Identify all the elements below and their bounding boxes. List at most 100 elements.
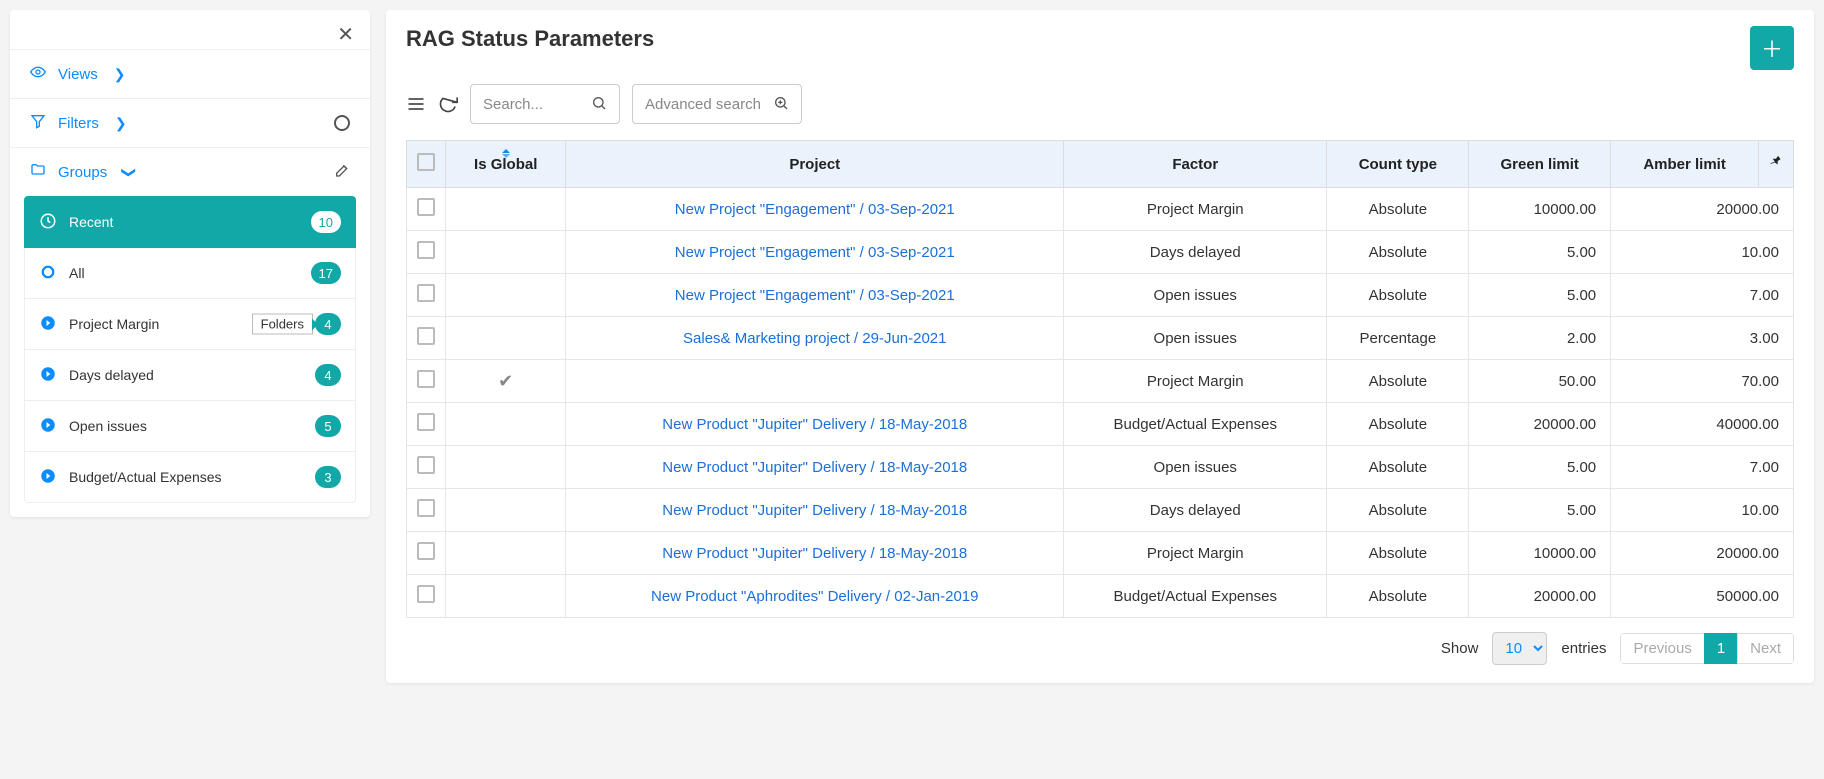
table-row[interactable]: ✔Project MarginAbsolute50.0070.00 bbox=[407, 360, 1794, 403]
project-link[interactable]: New Product "Jupiter" Delivery / 18-May-… bbox=[662, 502, 967, 519]
row-checkbox[interactable] bbox=[417, 413, 435, 431]
pager-prev[interactable]: Previous bbox=[1620, 633, 1704, 664]
sidebar-filters[interactable]: Filters ❯ bbox=[10, 98, 370, 147]
sidebar-item-label: Budget/Actual Expenses bbox=[69, 469, 222, 485]
project-link[interactable]: Sales& Marketing project / 29-Jun-2021 bbox=[683, 330, 946, 347]
cell-count-type: Absolute bbox=[1327, 489, 1469, 532]
cell-green-limit: 50.00 bbox=[1469, 360, 1611, 403]
table-row[interactable]: New Project "Engagement" / 03-Sep-2021Pr… bbox=[407, 188, 1794, 231]
project-link[interactable]: New Project "Engagement" / 03-Sep-2021 bbox=[675, 287, 955, 304]
project-link[interactable]: New Project "Engagement" / 03-Sep-2021 bbox=[675, 244, 955, 261]
cell-factor: Project Margin bbox=[1064, 360, 1327, 403]
table-row[interactable]: New Project "Engagement" / 03-Sep-2021Op… bbox=[407, 274, 1794, 317]
search-box[interactable] bbox=[470, 84, 620, 124]
main-panel: RAG Status Parameters ＋ bbox=[386, 10, 1814, 683]
eye-icon bbox=[30, 64, 46, 84]
row-checkbox[interactable] bbox=[417, 585, 435, 603]
cell-green-limit: 10000.00 bbox=[1469, 188, 1611, 231]
search-input[interactable] bbox=[483, 96, 583, 113]
page-size-select[interactable]: 10 bbox=[1492, 632, 1547, 665]
col-amber-limit[interactable]: Amber limit bbox=[1611, 141, 1759, 188]
chevron-right-icon: ❯ bbox=[114, 66, 126, 83]
cell-is-global bbox=[446, 403, 566, 446]
sidebar-groups[interactable]: Groups ❯ bbox=[10, 147, 370, 196]
cell-is-global bbox=[446, 489, 566, 532]
table-row[interactable]: New Product "Jupiter" Delivery / 18-May-… bbox=[407, 403, 1794, 446]
row-checkbox[interactable] bbox=[417, 370, 435, 388]
cell-count-type: Absolute bbox=[1327, 274, 1469, 317]
sidebar-groups-label: Groups bbox=[58, 164, 107, 181]
col-project[interactable]: Project bbox=[566, 141, 1064, 188]
table-row[interactable]: New Product "Jupiter" Delivery / 18-May-… bbox=[407, 532, 1794, 575]
cell-green-limit: 2.00 bbox=[1469, 317, 1611, 360]
col-count-type[interactable]: Count type bbox=[1327, 141, 1469, 188]
advanced-search-box[interactable] bbox=[632, 84, 802, 124]
project-link[interactable]: New Product "Jupiter" Delivery / 18-May-… bbox=[662, 416, 967, 433]
chev-icon bbox=[39, 416, 57, 437]
cell-green-limit: 10000.00 bbox=[1469, 532, 1611, 575]
cell-count-type: Percentage bbox=[1327, 317, 1469, 360]
table-row[interactable]: New Product "Jupiter" Delivery / 18-May-… bbox=[407, 489, 1794, 532]
cell-project: New Project "Engagement" / 03-Sep-2021 bbox=[566, 274, 1064, 317]
sidebar-views[interactable]: Views ❯ bbox=[10, 49, 370, 98]
close-sidebar-button[interactable]: ✕ bbox=[10, 16, 370, 49]
advanced-search-input[interactable] bbox=[645, 96, 765, 113]
col-pin[interactable] bbox=[1759, 141, 1794, 188]
sidebar-item-recent[interactable]: Recent10 bbox=[24, 196, 356, 248]
cell-green-limit: 20000.00 bbox=[1469, 575, 1611, 618]
sidebar-item-all[interactable]: All17 bbox=[24, 248, 356, 299]
cell-amber-limit: 50000.00 bbox=[1611, 575, 1794, 618]
refresh-icon[interactable] bbox=[438, 94, 458, 114]
sidebar-item-count: 10 bbox=[311, 211, 341, 233]
cell-factor: Open issues bbox=[1064, 317, 1327, 360]
cell-project: New Product "Jupiter" Delivery / 18-May-… bbox=[566, 403, 1064, 446]
menu-icon[interactable] bbox=[406, 94, 426, 114]
table-body: New Project "Engagement" / 03-Sep-2021 Pr… bbox=[407, 188, 1794, 618]
table-row[interactable]: Sales& Marketing project / 29-Jun-2021 Op… bbox=[407, 317, 1794, 360]
cell-factor: Days delayed bbox=[1064, 489, 1327, 532]
cell-is-global: ✔ bbox=[446, 360, 566, 403]
cell-amber-limit: 3.00 bbox=[1611, 317, 1794, 360]
sidebar-item-count: 3 bbox=[315, 466, 341, 488]
edit-groups-icon[interactable] bbox=[334, 162, 350, 182]
add-button[interactable]: ＋ bbox=[1750, 26, 1794, 70]
pager-page-1[interactable]: 1 bbox=[1704, 633, 1738, 664]
row-checkbox[interactable] bbox=[417, 456, 435, 474]
cell-factor: Budget/Actual Expenses bbox=[1064, 575, 1327, 618]
sidebar-item-label: Open issues bbox=[69, 418, 147, 434]
table-row[interactable]: New Product "Jupiter" Delivery / 18-May-… bbox=[407, 446, 1794, 489]
cell-is-global bbox=[446, 231, 566, 274]
project-link[interactable]: New Project "Engagement" / 03-Sep-2021 bbox=[675, 201, 955, 218]
row-checkbox[interactable] bbox=[417, 241, 435, 259]
col-is-global[interactable]: Is Global bbox=[446, 141, 566, 188]
row-checkbox[interactable] bbox=[417, 542, 435, 560]
sidebar-item-open-issues[interactable]: Open issues5 bbox=[24, 401, 356, 452]
folders-tooltip: Folders bbox=[252, 314, 313, 335]
sidebar-item-days-delayed[interactable]: Days delayed4 bbox=[24, 350, 356, 401]
pager-entries-label: entries bbox=[1561, 640, 1606, 657]
pager-show-label: Show bbox=[1441, 640, 1479, 657]
cell-project: New Product "Jupiter" Delivery / 18-May-… bbox=[566, 446, 1064, 489]
page-title: RAG Status Parameters bbox=[406, 26, 654, 52]
filter-toggle-icon[interactable] bbox=[334, 115, 350, 131]
table-row[interactable]: New Project "Engagement" / 03-Sep-2021Da… bbox=[407, 231, 1794, 274]
pager-next[interactable]: Next bbox=[1737, 633, 1794, 664]
row-checkbox[interactable] bbox=[417, 327, 435, 345]
cell-amber-limit: 70.00 bbox=[1611, 360, 1794, 403]
row-checkbox[interactable] bbox=[417, 499, 435, 517]
sidebar-item-count: 4 bbox=[315, 313, 341, 335]
row-checkbox[interactable] bbox=[417, 198, 435, 216]
col-factor[interactable]: Factor bbox=[1064, 141, 1327, 188]
sidebar-item-project-margin[interactable]: Project MarginFolders4 bbox=[24, 299, 356, 350]
row-checkbox[interactable] bbox=[417, 284, 435, 302]
sidebar-item-budget-actual-expenses[interactable]: Budget/Actual Expenses 3 bbox=[24, 452, 356, 503]
cell-amber-limit: 20000.00 bbox=[1611, 532, 1794, 575]
col-select-all[interactable] bbox=[407, 141, 446, 188]
project-link[interactable]: New Product "Jupiter" Delivery / 18-May-… bbox=[662, 459, 967, 476]
project-link[interactable]: New Product "Aphrodites" Delivery / 02-J… bbox=[651, 588, 978, 605]
table-row[interactable]: New Product "Aphrodites" Delivery / 02-J… bbox=[407, 575, 1794, 618]
sidebar-group-list: Recent10All17Project MarginFolders4Days … bbox=[10, 196, 370, 503]
col-green-limit[interactable]: Green limit bbox=[1469, 141, 1611, 188]
cell-project bbox=[566, 360, 1064, 403]
project-link[interactable]: New Product "Jupiter" Delivery / 18-May-… bbox=[662, 545, 967, 562]
